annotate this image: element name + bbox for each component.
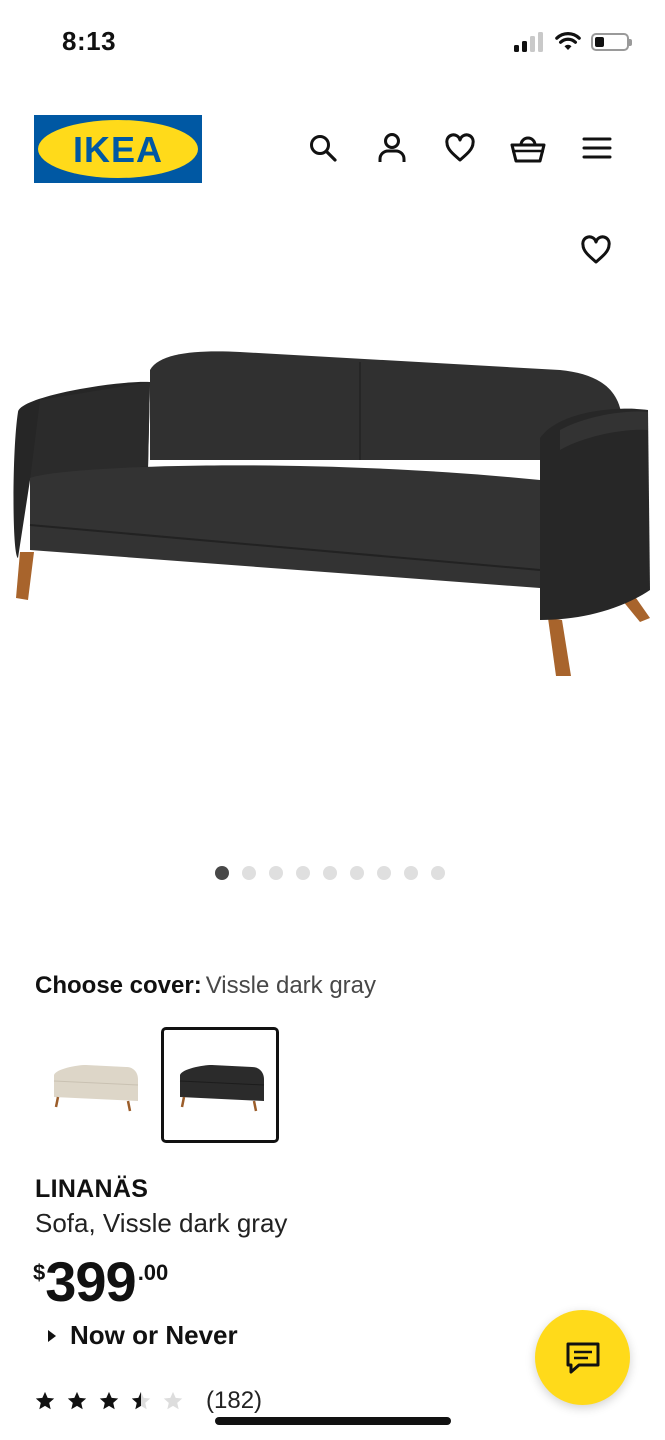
price-integer: 399 (45, 1250, 136, 1313)
product-name: LINANÄS (35, 1175, 149, 1203)
price-currency: $ (33, 1260, 46, 1285)
star-full-icon (99, 1391, 119, 1410)
carousel-dot[interactable] (214, 866, 229, 880)
basket-icon[interactable] (510, 130, 546, 166)
cellular-signal-icon (514, 32, 546, 52)
star-full-icon (67, 1391, 87, 1410)
carousel-dot[interactable] (376, 866, 391, 880)
menu-icon[interactable] (579, 130, 615, 166)
carousel-dot[interactable] (349, 866, 364, 880)
carousel-dot[interactable] (241, 866, 256, 880)
carousel-dot[interactable] (322, 866, 337, 880)
star-full-icon (35, 1391, 55, 1410)
image-carousel-indicator (0, 866, 665, 880)
star-half-icon (131, 1391, 151, 1410)
user-icon[interactable] (374, 130, 410, 166)
rating-count: (182) (206, 1387, 263, 1414)
home-indicator[interactable] (215, 1417, 451, 1425)
cover-value: Vissle dark gray (205, 972, 377, 999)
ikea-logo[interactable]: IKEA (34, 115, 202, 183)
product-rating[interactable]: (182) (34, 1387, 262, 1415)
status-time: 8:13 (62, 26, 117, 56)
carousel-dot[interactable] (403, 866, 418, 880)
product-description: Sofa, Vissle dark gray (35, 1208, 288, 1238)
battery-icon (591, 33, 632, 51)
cover-swatch-beige[interactable] (35, 1027, 153, 1143)
svg-text:IKEA: IKEA (73, 129, 163, 170)
now-or-never-toggle[interactable]: Now or Never (48, 1320, 238, 1351)
carousel-dot[interactable] (268, 866, 283, 880)
price-decimal: .00 (137, 1260, 169, 1285)
cover-selector-label: Choose cover: Vissle dark gray (35, 972, 376, 1000)
add-to-favorites-icon[interactable] (578, 232, 614, 268)
carousel-dot[interactable] (295, 866, 310, 880)
caret-right-icon (48, 1329, 56, 1342)
carousel-dot[interactable] (430, 866, 445, 880)
heart-icon[interactable] (442, 130, 478, 166)
product-image[interactable] (0, 330, 665, 690)
chat-button[interactable] (535, 1310, 630, 1405)
cover-swatch-dark-gray[interactable] (161, 1027, 279, 1143)
promo-label: Now or Never (70, 1320, 238, 1350)
chat-bubble-icon (566, 1342, 599, 1373)
product-price: $399.00 (33, 1252, 168, 1312)
wifi-icon (555, 32, 581, 50)
search-icon[interactable] (305, 130, 341, 166)
star-empty-icon (163, 1391, 183, 1410)
cover-label: Choose cover: (35, 972, 202, 999)
